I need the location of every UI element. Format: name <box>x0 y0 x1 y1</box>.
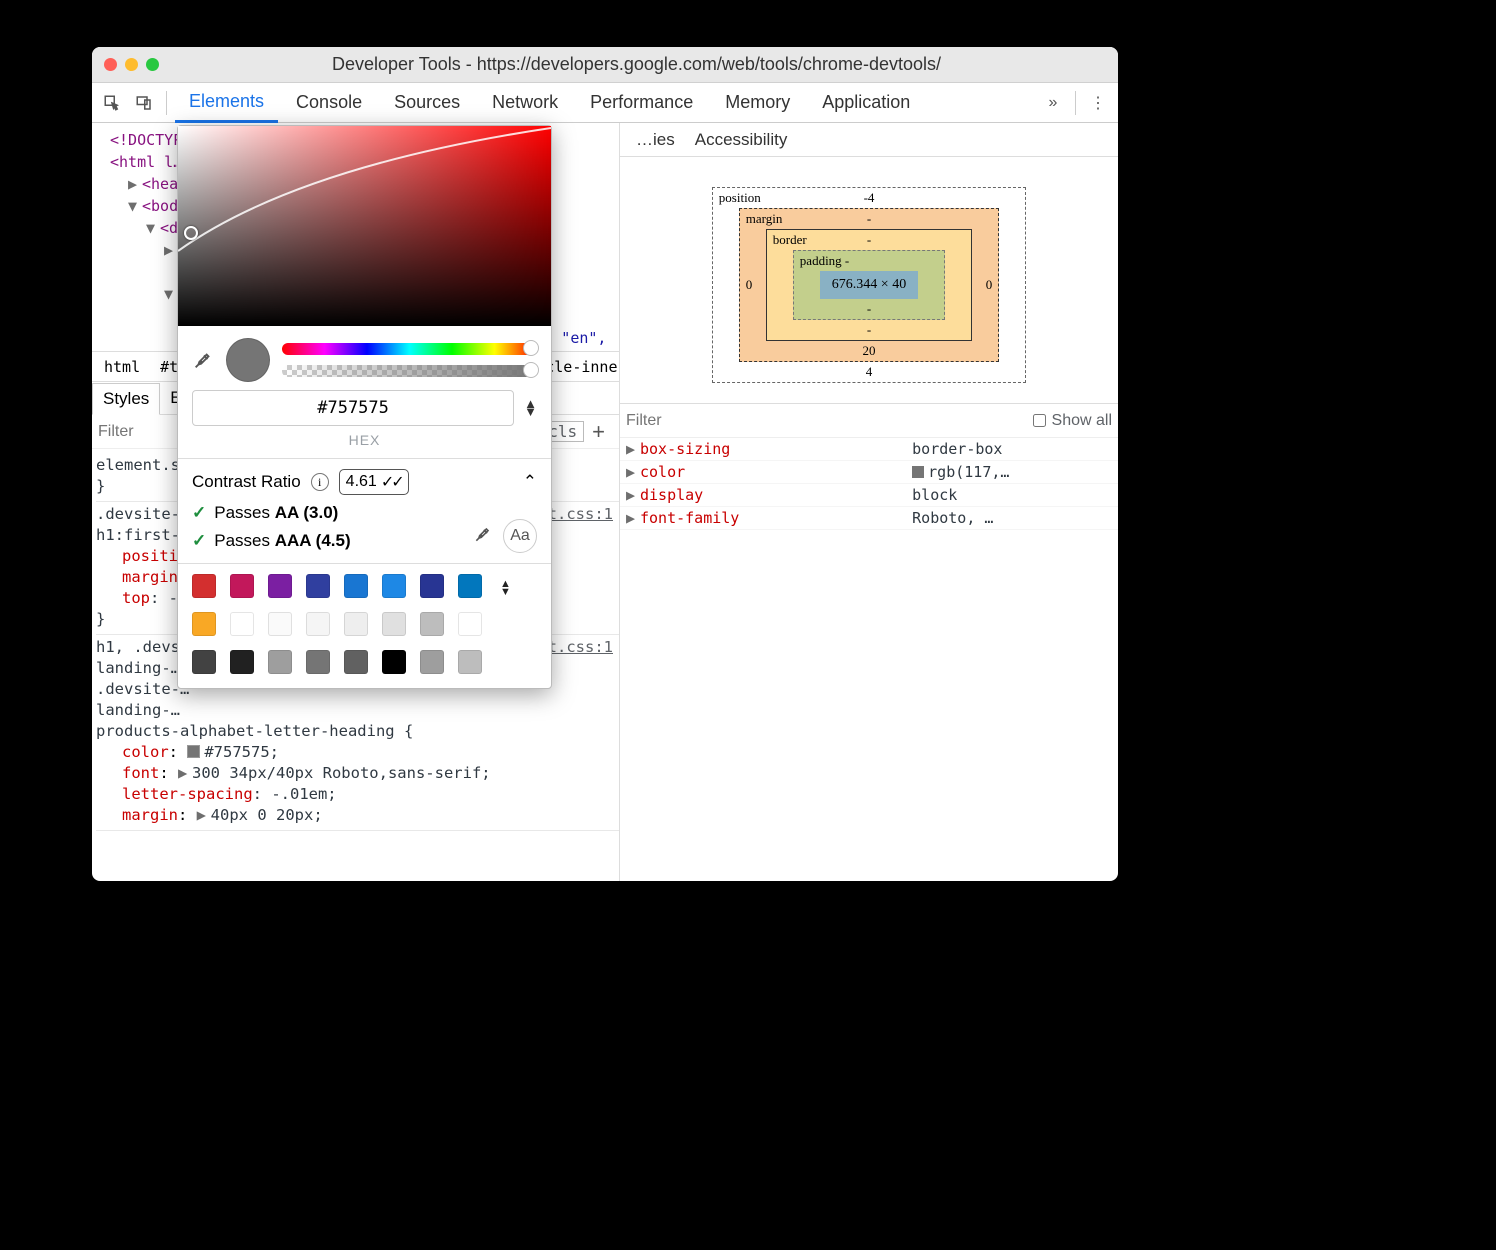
palette-swatch[interactable] <box>192 574 216 598</box>
elements-panel-right: …ies Accessibility position -4 4 margin … <box>620 123 1118 881</box>
box-model[interactable]: position -4 4 margin - 20 0 0 border - -… <box>620 157 1118 403</box>
new-style-rule-icon[interactable]: + <box>584 419 613 445</box>
main-tabbar: Elements Console Sources Network Perform… <box>92 83 1118 123</box>
window-titlebar: Developer Tools - https://developers.goo… <box>92 47 1118 83</box>
palette-swatch[interactable] <box>230 650 254 674</box>
close-traffic-light[interactable] <box>104 58 117 71</box>
hue-slider[interactable] <box>282 343 537 355</box>
palette-swatch[interactable] <box>382 612 406 636</box>
palette-swatch[interactable] <box>268 574 292 598</box>
palette-swatch[interactable] <box>268 650 292 674</box>
color-picker-popover: ▲▼ HEX Contrast Ratio i 4.61 ✓✓ ⌃ ✓Passe… <box>177 125 552 689</box>
palette-swatch[interactable] <box>382 574 406 598</box>
color-swatch-icon[interactable] <box>187 745 200 758</box>
alpha-thumb[interactable] <box>523 362 539 378</box>
subtab-accessibility[interactable]: Accessibility <box>685 125 798 155</box>
palette-swatch[interactable] <box>344 612 368 636</box>
palette-swatch[interactable] <box>230 574 254 598</box>
palette-swatch[interactable] <box>458 650 482 674</box>
device-toggle-icon[interactable] <box>130 89 158 117</box>
palette-swatch[interactable] <box>344 650 368 674</box>
palette-swatch[interactable] <box>192 650 216 674</box>
saturation-knob[interactable] <box>184 226 198 240</box>
bg-text-toggle-icon[interactable]: Aa <box>503 519 537 553</box>
computed-row[interactable]: ▶displayblock <box>620 484 1118 507</box>
palette-swatch[interactable] <box>306 650 330 674</box>
palette-swatch[interactable] <box>268 612 292 636</box>
disclosure-icon[interactable]: ▶ <box>626 440 640 458</box>
tab-application[interactable]: Application <box>808 84 924 121</box>
check-icon: ✓ <box>192 531 206 551</box>
tab-performance[interactable]: Performance <box>576 84 707 121</box>
palette-swatches: ▲▼ <box>178 564 551 688</box>
subtab-properties[interactable]: …ies <box>626 125 685 155</box>
computed-row[interactable]: ▶font-familyRoboto, … <box>620 507 1118 530</box>
check-icon: ✓ <box>192 503 206 523</box>
disclosure-icon[interactable]: ▶ <box>626 463 640 481</box>
palette-swatch[interactable] <box>420 612 444 636</box>
computed-row[interactable]: ▶box-sizingborder-box <box>620 438 1118 461</box>
tab-elements[interactable]: Elements <box>175 83 278 123</box>
devtools-window: Developer Tools - https://developers.goo… <box>92 47 1118 881</box>
contrast-ratio-label: Contrast Ratio <box>192 472 301 492</box>
contrast-ratio-value: 4.61 ✓✓ <box>339 469 409 495</box>
tab-network[interactable]: Network <box>478 84 572 121</box>
saturation-field[interactable] <box>178 126 551 326</box>
box-model-content: 676.344 × 40 <box>820 271 918 299</box>
computed-filter-input[interactable] <box>626 412 833 430</box>
format-stepper-icon[interactable]: ▲▼ <box>524 400 537 416</box>
more-tabs-icon[interactable]: » <box>1039 89 1067 117</box>
format-label: HEX <box>178 432 551 458</box>
palette-swatch[interactable] <box>458 612 482 636</box>
inspect-icon[interactable] <box>98 89 126 117</box>
alpha-slider[interactable] <box>282 365 537 377</box>
palette-stepper-icon[interactable]: ▲▼ <box>496 574 537 602</box>
computed-row[interactable]: ▶colorrgb(117,… <box>620 461 1118 484</box>
palette-swatch[interactable] <box>344 574 368 598</box>
separator <box>166 91 167 115</box>
crumb-html[interactable]: html <box>94 355 150 379</box>
palette-swatch[interactable] <box>420 574 444 598</box>
zoom-traffic-light[interactable] <box>146 58 159 71</box>
separator <box>1075 91 1076 115</box>
current-color-circle <box>226 338 270 382</box>
palette-swatch[interactable] <box>306 612 330 636</box>
palette-swatch[interactable] <box>230 612 254 636</box>
minimize-traffic-light[interactable] <box>125 58 138 71</box>
hue-thumb[interactable] <box>523 340 539 356</box>
show-all-checkbox[interactable] <box>1033 414 1046 427</box>
dom-html: <html l… <box>110 153 182 171</box>
palette-swatch[interactable] <box>382 650 406 674</box>
info-icon[interactable]: i <box>311 473 329 491</box>
tab-sources[interactable]: Sources <box>380 84 474 121</box>
contrast-eyedropper-icon[interactable] <box>473 524 493 549</box>
disclosure-icon[interactable]: ▶ <box>626 509 640 527</box>
tab-memory[interactable]: Memory <box>711 84 804 121</box>
palette-swatch[interactable] <box>306 574 330 598</box>
disclosure-icon[interactable]: ▶ <box>626 486 640 504</box>
subtab-styles[interactable]: Styles <box>92 383 160 415</box>
kebab-menu-icon[interactable]: ⋮ <box>1084 89 1112 117</box>
window-title: Developer Tools - https://developers.goo… <box>167 54 1106 75</box>
tab-console[interactable]: Console <box>282 84 376 121</box>
palette-swatch[interactable] <box>192 612 216 636</box>
right-subtabs: …ies Accessibility <box>620 123 1118 157</box>
eyedropper-icon[interactable] <box>192 349 214 371</box>
chevron-up-icon[interactable]: ⌃ <box>523 472 537 492</box>
palette-swatch[interactable] <box>458 574 482 598</box>
computed-pane: Show all ▶box-sizingborder-box▶colorrgb(… <box>620 403 1118 530</box>
palette-swatch[interactable] <box>420 650 444 674</box>
hex-input[interactable] <box>192 390 514 426</box>
show-all-label: Show all <box>1052 412 1112 430</box>
